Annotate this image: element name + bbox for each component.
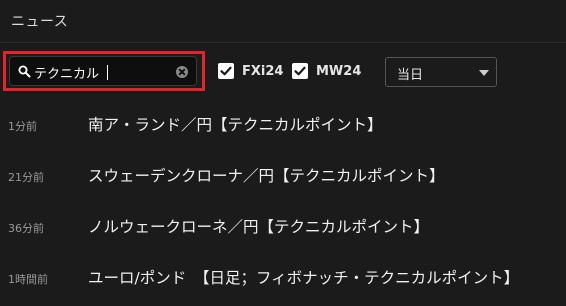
checkbox-fxi24[interactable] (218, 63, 234, 79)
text-cursor (107, 65, 108, 80)
checkbox-mw24[interactable] (292, 63, 308, 79)
list-item[interactable]: 21分前 スウェーデンクローナ／円【テクニカルポイント】 (0, 149, 566, 200)
check-icon (294, 66, 306, 76)
news-headline[interactable]: ノルウェークローネ／円【テクニカルポイント】 (88, 215, 429, 237)
clear-search-icon[interactable] (176, 66, 188, 78)
list-item[interactable]: 1時間前 ユーロ/ポンド 【日足；フィボナッチ・テクニカルポイント】 (0, 251, 566, 302)
panel-header: ニュース (0, 0, 566, 43)
filter-mw24[interactable]: MW24 (292, 62, 361, 80)
search-box[interactable] (9, 56, 197, 86)
news-headline[interactable]: 南ア・ランド／円【テクニカルポイント】 (88, 113, 383, 135)
period-select[interactable]: 当日 (385, 57, 497, 87)
chevron-down-icon (479, 70, 489, 76)
filter-fxi24[interactable]: FXi24 (218, 62, 283, 80)
news-time: 1時間前 (8, 273, 48, 286)
check-icon (220, 66, 232, 76)
news-headline[interactable]: ユーロ/ポンド 【日足；フィボナッチ・テクニカルポイント】 (88, 266, 519, 288)
panel-title: ニュース (11, 14, 69, 30)
news-time: 36分前 (8, 222, 44, 235)
news-headline[interactable]: スウェーデンクローナ／円【テクニカルポイント】 (88, 164, 445, 186)
news-list: 1分前 南ア・ランド／円【テクニカルポイント】 21分前 スウェーデンクローナ／… (0, 98, 566, 302)
search-input[interactable] (34, 61, 174, 83)
filter-toolbar: FXi24 MW24 当日 (0, 44, 566, 98)
list-item[interactable]: 36分前 ノルウェークローネ／円【テクニカルポイント】 (0, 200, 566, 251)
news-time: 1分前 (8, 120, 37, 133)
checkbox-label-fxi24: FXi24 (242, 63, 284, 79)
period-select-value: 当日 (397, 68, 424, 83)
news-panel: ニュース FXi24 (0, 0, 566, 306)
list-item[interactable]: 1分前 南ア・ランド／円【テクニカルポイント】 (0, 98, 566, 149)
search-icon (18, 65, 31, 78)
news-time: 21分前 (8, 171, 44, 184)
checkbox-label-mw24: MW24 (316, 63, 362, 79)
